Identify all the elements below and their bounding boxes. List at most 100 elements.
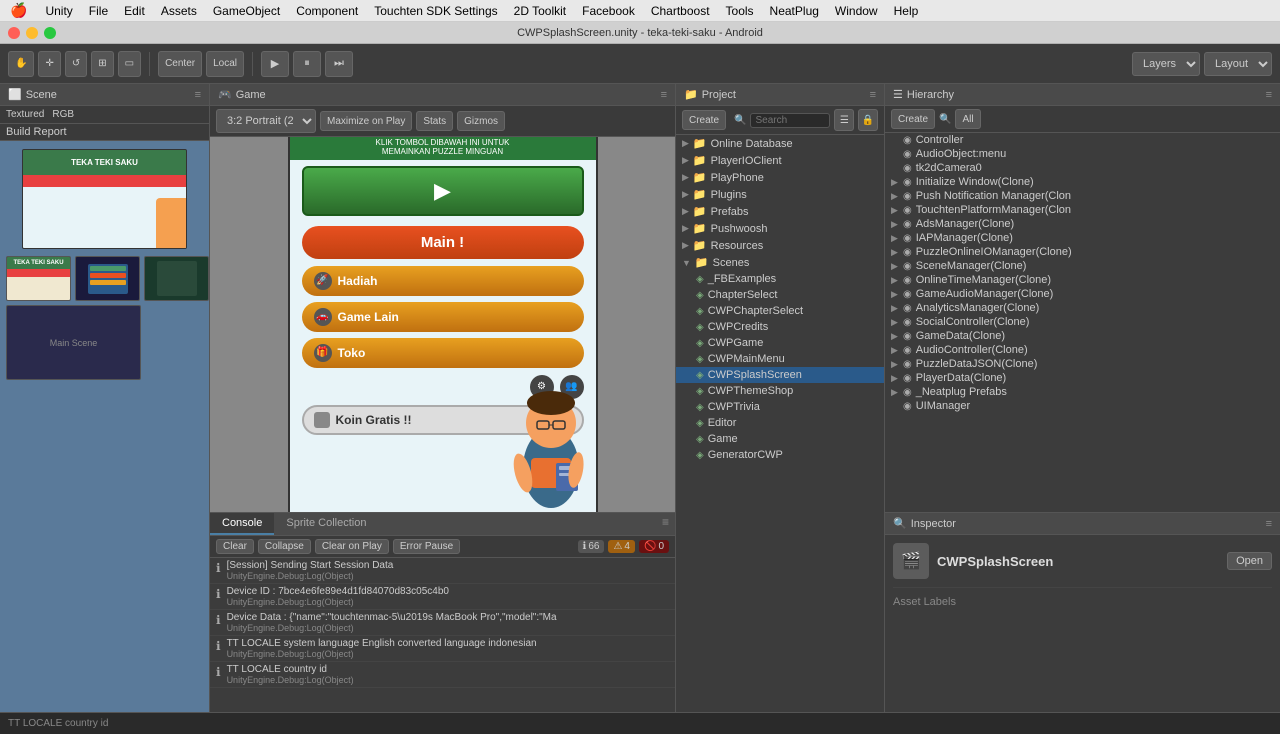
clear-btn[interactable]: Clear <box>216 539 254 554</box>
game-lain-button[interactable]: 🚗 Game Lain <box>302 302 584 332</box>
scene-tab-label[interactable]: Scene <box>26 89 57 101</box>
scene-file-game[interactable]: ◈ Game <box>676 431 884 447</box>
inspector-panel-options-btn[interactable]: ≡ <box>1266 518 1272 530</box>
scene-panel-options-btn[interactable]: ≡ <box>195 89 201 101</box>
menu-gameobject[interactable]: GameObject <box>205 0 288 22</box>
project-folder-plugins[interactable]: ▶ 📁 Plugins <box>676 186 884 203</box>
scene-file-cwpgame[interactable]: ◈ CWPGame <box>676 335 884 351</box>
hier-item-pushnotif[interactable]: ▶ ◉ Push Notification Manager(Clon <box>885 189 1280 203</box>
apple-menu[interactable]: 🍎 <box>10 2 27 19</box>
hier-item-playerdata[interactable]: ▶ ◉ PlayerData(Clone) <box>885 371 1280 385</box>
scene-file-editor[interactable]: ◈ Editor <box>676 415 884 431</box>
hier-item-audioobject[interactable]: ◉ AudioObject:menu <box>885 147 1280 161</box>
toko-button[interactable]: 🎁 Toko <box>302 338 584 368</box>
console-options-btn[interactable]: ≡ <box>656 513 675 535</box>
menu-help[interactable]: Help <box>886 0 927 22</box>
inspector-tab-label[interactable]: Inspector <box>911 518 956 530</box>
move-tool-btn[interactable]: ✛ <box>38 51 60 77</box>
hier-item-tk2dcamera[interactable]: ◉ tk2dCamera0 <box>885 161 1280 175</box>
hier-item-neatplugprefabs[interactable]: ▶ ◉ _Neatplug Prefabs <box>885 385 1280 399</box>
menu-unity[interactable]: Unity <box>37 0 80 22</box>
console-item-3[interactable]: ℹ TT LOCALE system language English conv… <box>210 636 675 662</box>
project-folder-prefabs[interactable]: ▶ 📁 Prefabs <box>676 203 884 220</box>
project-view-toggle-btn[interactable]: ☰ <box>834 109 854 131</box>
hier-item-touchten[interactable]: ▶ ◉ TouchtenPlatformManager(Clon <box>885 203 1280 217</box>
inspector-open-btn[interactable]: Open <box>1227 552 1272 570</box>
stats-btn[interactable]: Stats <box>416 111 453 131</box>
hier-item-uimanager[interactable]: ◉ UIManager <box>885 399 1280 413</box>
menu-window[interactable]: Window <box>827 0 886 22</box>
pause-button[interactable]: ⏸ <box>293 51 321 77</box>
project-panel-options-btn[interactable]: ≡ <box>870 89 876 101</box>
local-toggle-btn[interactable]: Local <box>206 51 244 77</box>
project-folder-playerioclient[interactable]: ▶ 📁 PlayerIOClient <box>676 152 884 169</box>
menu-neatplug[interactable]: NeatPlug <box>762 0 827 22</box>
scene-file-generatorcwp[interactable]: ◈ GeneratorCWP <box>676 447 884 463</box>
console-item-2[interactable]: ℹ Device Data : {"name":"touchtenmac-5\u… <box>210 610 675 636</box>
collapse-btn[interactable]: Collapse <box>258 539 311 554</box>
project-folder-playphone[interactable]: ▶ 📁 PlayPhone <box>676 169 884 186</box>
hier-item-controller[interactable]: ◉ Controller <box>885 133 1280 147</box>
hierarchy-create-btn[interactable]: Create <box>891 109 935 129</box>
hier-item-puzzledatajson[interactable]: ▶ ◉ PuzzleDataJSON(Clone) <box>885 357 1280 371</box>
project-create-btn[interactable]: Create <box>682 110 726 130</box>
error-pause-btn[interactable]: Error Pause <box>393 539 460 554</box>
scene-file-chapterselect[interactable]: ◈ ChapterSelect <box>676 287 884 303</box>
main-button[interactable]: Main ! <box>302 226 584 259</box>
menu-tools[interactable]: Tools <box>718 0 762 22</box>
project-folder-online-database[interactable]: ▶ 📁 Online Database <box>676 135 884 152</box>
game-tab-label[interactable]: Game <box>236 89 266 101</box>
hier-item-puzzleonlineio[interactable]: ▶ ◉ PuzzleOnlineIOManager(Clone) <box>885 245 1280 259</box>
layers-dropdown[interactable]: Layers <box>1132 52 1200 76</box>
hier-item-onlinetimemanager[interactable]: ▶ ◉ OnlineTimeManager(Clone) <box>885 273 1280 287</box>
project-folder-pushwoosh[interactable]: ▶ 📁 Pushwoosh <box>676 220 884 237</box>
scale-tool-btn[interactable]: ⊞ <box>91 51 113 77</box>
project-search-input[interactable] <box>750 113 830 128</box>
gizmos-btn[interactable]: Gizmos <box>457 111 505 131</box>
build-report-tab[interactable]: Build Report <box>0 124 209 141</box>
hier-item-gamedata[interactable]: ▶ ◉ GameData(Clone) <box>885 329 1280 343</box>
hier-item-gameaudiomanager[interactable]: ▶ ◉ GameAudioManager(Clone) <box>885 287 1280 301</box>
menu-facebook[interactable]: Facebook <box>574 0 643 22</box>
friends-icon-btn[interactable]: 👥 <box>560 375 584 399</box>
menu-component[interactable]: Component <box>288 0 366 22</box>
scene-file-cwpmainmenu[interactable]: ◈ CWPMainMenu <box>676 351 884 367</box>
hier-item-iapmanager[interactable]: ▶ ◉ IAPManager(Clone) <box>885 231 1280 245</box>
hierarchy-all-btn[interactable]: All <box>955 109 980 129</box>
scene-file-cwptrivia[interactable]: ◈ CWPTrivia <box>676 399 884 415</box>
project-folder-resources[interactable]: ▶ 📁 Resources <box>676 237 884 254</box>
play-button[interactable]: ▶ <box>261 51 289 77</box>
play-big-button[interactable]: ▶ <box>302 166 584 216</box>
hier-item-audiocontroller[interactable]: ▶ ◉ AudioController(Clone) <box>885 343 1280 357</box>
rotate-tool-btn[interactable]: ↺ <box>65 51 87 77</box>
rect-tool-btn[interactable]: ▭ <box>118 51 141 77</box>
scene-file-cwpcredits[interactable]: ◈ CWPCredits <box>676 319 884 335</box>
layout-dropdown[interactable]: Layout <box>1204 52 1272 76</box>
center-toggle-btn[interactable]: Center <box>158 51 202 77</box>
clear-on-play-btn[interactable]: Clear on Play <box>315 539 389 554</box>
menu-edit[interactable]: Edit <box>116 0 153 22</box>
project-lock-btn[interactable]: 🔒 <box>858 109 878 131</box>
aspect-ratio-dropdown[interactable]: 3:2 Portrait (2:3) <box>216 109 316 133</box>
console-tab[interactable]: Console <box>210 513 274 535</box>
hier-item-initwindow[interactable]: ▶ ◉ Initialize Window(Clone) <box>885 175 1280 189</box>
console-item-4[interactable]: ℹ TT LOCALE country id UnityEngine.Debug… <box>210 662 675 688</box>
scene-file-cwpthemeshop[interactable]: ◈ CWPThemeShop <box>676 383 884 399</box>
menu-touchten[interactable]: Touchten SDK Settings <box>366 0 505 22</box>
scene-file-fbexamples[interactable]: ◈ _FBExamples <box>676 271 884 287</box>
hierarchy-tab-label[interactable]: Hierarchy <box>907 89 954 101</box>
menu-file[interactable]: File <box>81 0 116 22</box>
menu-2dtoolkit[interactable]: 2D Toolkit <box>506 0 574 22</box>
hier-item-scenemanager[interactable]: ▶ ◉ SceneManager(Clone) <box>885 259 1280 273</box>
hand-tool-btn[interactable]: ✋ <box>8 51 34 77</box>
hier-item-analyticsmanager[interactable]: ▶ ◉ AnalyticsManager(Clone) <box>885 301 1280 315</box>
hier-item-adsmanager[interactable]: ▶ ◉ AdsManager(Clone) <box>885 217 1280 231</box>
menu-chartboost[interactable]: Chartboost <box>643 0 718 22</box>
hierarchy-panel-options-btn[interactable]: ≡ <box>1266 89 1272 101</box>
settings-icon-btn[interactable]: ⚙ <box>530 375 554 399</box>
maximize-on-play-btn[interactable]: Maximize on Play <box>320 111 412 131</box>
scene-file-cwpsplashscreen[interactable]: ◈ CWPSplashScreen <box>676 367 884 383</box>
close-window-btn[interactable] <box>8 27 20 39</box>
console-item-0[interactable]: ℹ [Session] Sending Start Session Data U… <box>210 558 675 584</box>
console-item-1[interactable]: ℹ Device ID : 7bce4e6fe89e4d1fd84070d83c… <box>210 584 675 610</box>
